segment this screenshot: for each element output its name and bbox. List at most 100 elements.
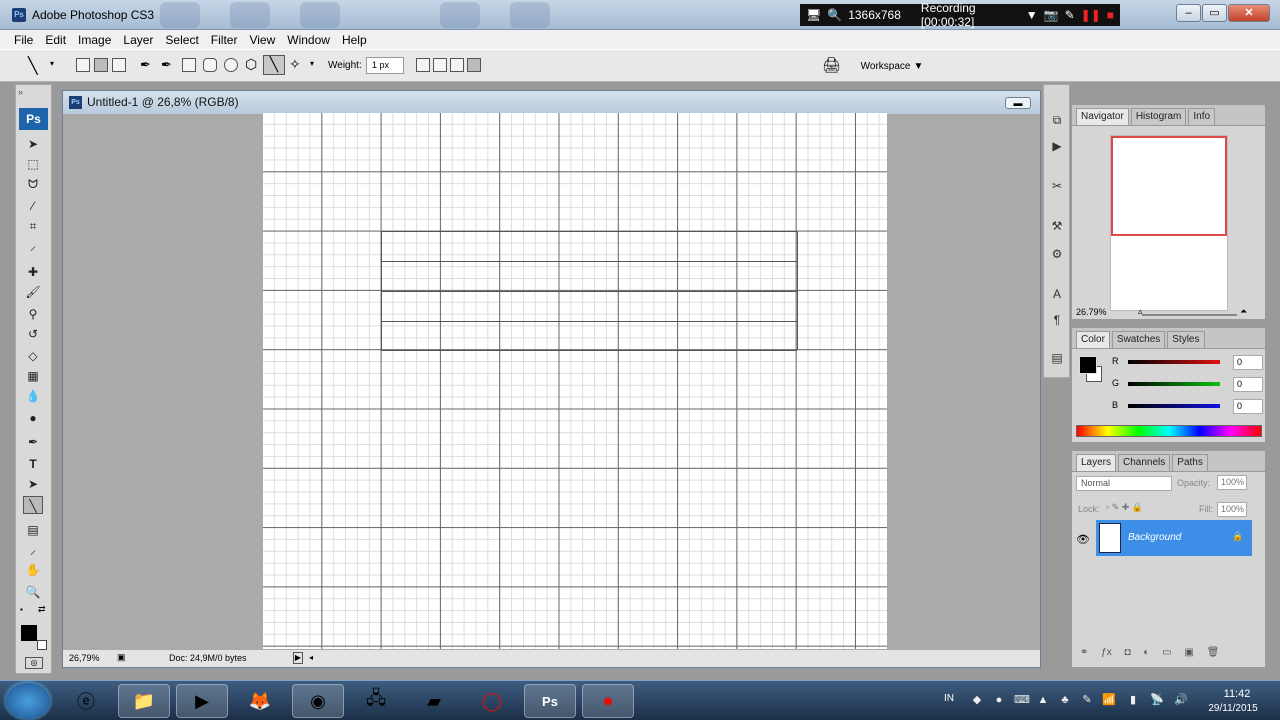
polygon-tool-icon[interactable]: ⬡ [245,56,257,73]
green-value[interactable]: 0 [1233,377,1263,392]
magnifier-icon[interactable]: 🔍 [827,8,842,22]
start-button[interactable] [6,683,50,719]
tab-paths[interactable]: Paths [1172,454,1208,471]
character-icon[interactable]: A [1048,285,1066,303]
ps-logo[interactable]: Ps [19,108,48,130]
zoom-tool-icon[interactable]: 🔍 [23,583,43,601]
blend-mode-select[interactable]: Normal [1076,476,1172,491]
layer-actions[interactable]: ⚭ ƒx ◘ ◐ ▭ ▣ 🗑 [1080,647,1219,658]
tab-channels[interactable]: Channels [1118,454,1171,471]
dropdown-icon[interactable]: ▼ [1026,8,1038,22]
volume-icon[interactable]: 🔊 [1174,693,1188,707]
status-menu-arrow-icon[interactable]: ▶ [293,652,303,664]
notepad-icon[interactable]: ▰ [408,684,460,718]
weight-input[interactable]: 1 px [366,57,404,74]
clone-stamp-icon[interactable]: ⚲ [23,305,43,323]
magic-wand-icon[interactable]: ⁄ [23,197,43,215]
navigator-zoom-slider[interactable] [1142,314,1237,316]
eraser-tool-icon[interactable]: ◇ [23,347,43,365]
menu-select[interactable]: Select [165,33,198,47]
intersect-shape-icon[interactable] [450,58,464,72]
exclude-shape-icon[interactable] [467,58,481,72]
hand-tool-icon[interactable]: ✋ [23,561,43,579]
menu-view[interactable]: View [249,33,275,47]
fill-pixels-icon[interactable] [112,58,126,72]
history-brush-icon[interactable]: ↺ [23,325,43,343]
path-selection-icon[interactable]: ➤ [23,475,43,493]
quick-mask-icon[interactable]: ◎ [25,657,43,669]
green-slider[interactable] [1128,382,1220,386]
ellipse-tool-icon[interactable] [224,58,238,72]
navigator-thumbnail[interactable] [1110,135,1228,311]
tray-icon[interactable]: ♣ [1058,693,1072,707]
freeform-pen-icon[interactable]: ✒ [161,57,172,73]
monitor-icon[interactable]: 🖥 [806,8,821,22]
tab-histogram[interactable]: Histogram [1130,108,1187,125]
close-button[interactable]: ✕ [1228,4,1270,22]
clock-date[interactable]: 29/11/2015 [1202,703,1264,714]
pause-icon[interactable]: ❚❚ [1081,8,1101,22]
dodge-tool-icon[interactable]: ● [23,409,43,427]
shape-layers-icon[interactable] [76,58,90,72]
move-tool-icon[interactable]: ➤ [23,135,43,153]
history-icon[interactable]: ⧉ [1048,111,1066,129]
menu-file[interactable]: File [14,33,33,47]
pen-tool-icon[interactable]: ✒ [140,57,151,73]
tray-icon[interactable]: ▲ [1036,693,1050,707]
rectangle-tool-icon[interactable] [182,58,196,72]
paragraph-icon[interactable]: ¶ [1048,311,1066,329]
tool-presets-icon[interactable]: ✂ [1048,177,1066,195]
menu-filter[interactable]: Filter [211,33,238,47]
layer-comps-icon[interactable]: ▤ [1048,349,1066,367]
firefox-icon[interactable]: 🦊 [234,684,286,718]
notes-tool-icon[interactable]: ▤ [23,521,43,539]
opacity-input[interactable]: 100% [1217,475,1247,490]
blur-tool-icon[interactable]: 💧 [23,387,43,405]
red-slider[interactable] [1128,360,1220,364]
custom-shape-icon[interactable]: ✧ [289,56,301,73]
tray-icon[interactable]: 📶 [1102,693,1116,707]
opera-icon[interactable]: ◯ [466,684,518,718]
blue-value[interactable]: 0 [1233,399,1263,414]
gradient-tool-icon[interactable]: ▦ [23,367,43,385]
maximize-button[interactable]: ▭ [1202,4,1227,22]
workspace-button[interactable]: Workspace ▼ [856,57,928,76]
subtract-shape-icon[interactable] [433,58,447,72]
actions-icon[interactable]: ▶ [1048,137,1066,155]
menu-image[interactable]: Image [78,33,111,47]
navigator-zoom[interactable]: 26.79% [1076,307,1107,317]
battery-icon[interactable]: ▮ [1126,693,1140,707]
tray-icon[interactable]: ✎ [1080,693,1094,707]
menu-help[interactable]: Help [342,33,367,47]
swap-colors-icon[interactable]: ⇄ [38,604,46,615]
layer-row-background[interactable]: Background 🔒 [1096,520,1252,556]
preset-dropdown-icon[interactable]: ▾ [50,59,54,68]
color-spectrum[interactable] [1076,425,1262,437]
pen-icon[interactable]: ✎ [1065,8,1075,22]
tray-icon[interactable]: ⌨ [1014,693,1030,707]
stop-icon[interactable]: ■ [1107,8,1114,22]
tab-styles[interactable]: Styles [1167,331,1205,348]
foreground-color[interactable] [21,625,37,641]
lock-icons[interactable]: ▫ ✎ ✚ 🔒 [1106,502,1143,513]
minimize-button[interactable]: – [1176,4,1201,22]
tray-icon[interactable]: ◆ [970,693,984,707]
eye-icon[interactable]: 👁 [1076,533,1090,546]
clock-time[interactable]: 11:42 [1210,688,1264,700]
network-icon[interactable]: 🖧 [350,684,402,718]
line-tool-preset-icon[interactable]: ╲ [28,56,38,76]
tab-layers[interactable]: Layers [1076,454,1117,471]
zoom-in-icon[interactable]: ⏶ [1240,306,1247,317]
line-tool-icon[interactable]: ╲ [23,496,43,514]
tab-color[interactable]: Color [1076,331,1110,348]
pen-tool-icon[interactable]: ✒ [23,433,43,451]
eyedropper-icon[interactable]: ⸝ [23,541,43,559]
tray-icon[interactable]: ● [992,693,1006,707]
brush-tool-icon[interactable]: 🖌 [23,283,43,301]
language-indicator[interactable]: IN [944,693,954,704]
add-to-shape-icon[interactable] [416,58,430,72]
line-tool-icon[interactable]: ╲ [263,55,285,75]
photoshop-taskbar-icon[interactable]: Ps [524,684,576,718]
explorer-icon[interactable]: 📁 [118,684,170,718]
paths-icon[interactable] [94,58,108,72]
